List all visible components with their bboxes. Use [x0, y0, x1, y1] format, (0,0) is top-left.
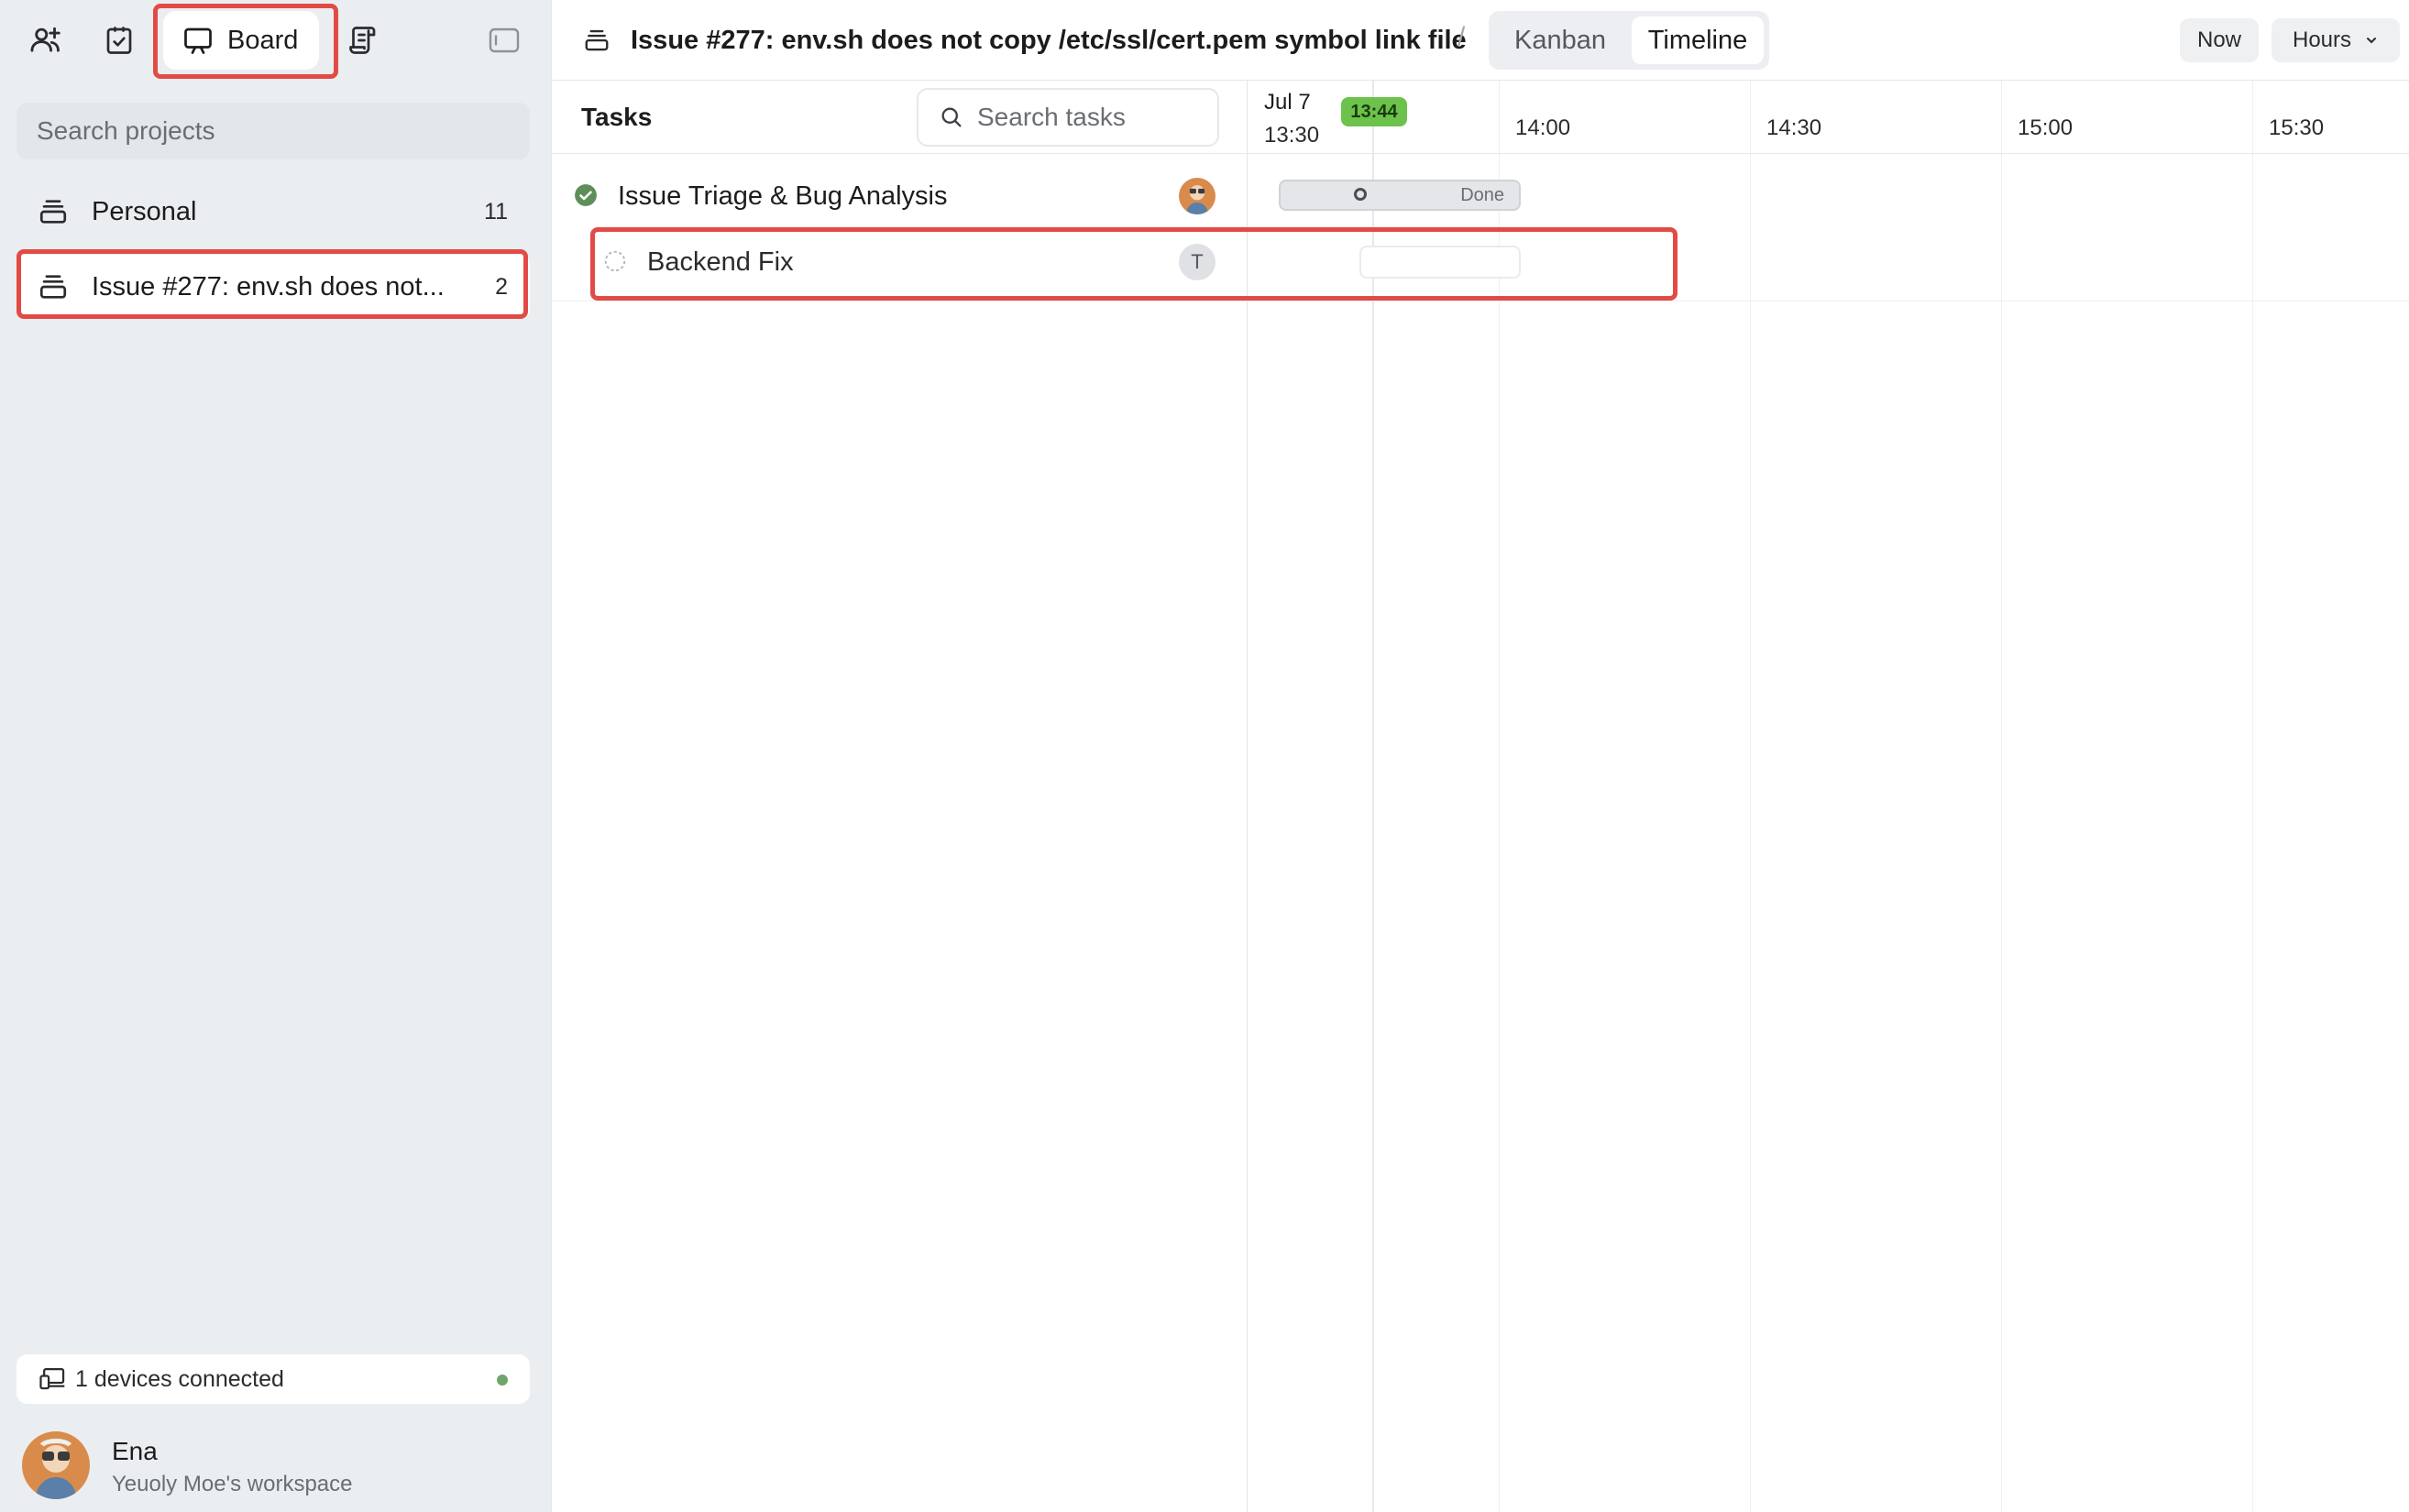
project-name: Personal: [92, 196, 197, 226]
chevron-down-icon: [2364, 33, 2379, 48]
sidebar: Board Personal 11 Issue #277: env.sh doe…: [0, 0, 552, 1512]
topbar: Issue #277: env.sh does not copy /etc/ss…: [552, 0, 2409, 81]
devices-status[interactable]: 1 devices connected: [16, 1354, 530, 1404]
user-name: Ena: [112, 1437, 158, 1465]
search-projects-input[interactable]: [16, 103, 530, 159]
assignee-initial[interactable]: T: [1179, 244, 1216, 280]
project-title: Issue #277: env.sh does not copy /etc/ss…: [583, 20, 1467, 60]
sidebar-toggle-icon[interactable]: [484, 20, 524, 60]
devices-status-dot: [497, 1375, 508, 1386]
now-time-badge: 13:44: [1341, 97, 1407, 126]
project-title-text: Issue #277: env.sh does not copy /etc/ss…: [631, 25, 1467, 55]
project-item-issue-277[interactable]: Issue #277: env.sh does not... 2: [16, 255, 530, 319]
sidebar-top-icons: Board: [0, 0, 552, 82]
stack-icon: [37, 270, 70, 303]
board-label: Board: [227, 25, 299, 55]
now-line: [1372, 81, 1374, 1512]
tick-label: 15:30: [2269, 115, 2325, 140]
tick-label: 13:30: [1264, 123, 1320, 148]
drag-handle[interactable]: [1354, 188, 1367, 201]
project-item-personal[interactable]: Personal 11: [16, 180, 530, 244]
task-row-issue-triage[interactable]: Issue Triage & Bug Analysis: [552, 163, 1247, 229]
checklist-icon[interactable]: [99, 20, 139, 60]
search-tasks-input[interactable]: [977, 103, 1197, 132]
devices-icon: [38, 1365, 70, 1393]
gridline: [1499, 81, 1500, 1512]
board-icon: [182, 24, 214, 57]
tab-kanban[interactable]: Kanban: [1494, 16, 1626, 64]
stack-icon: [583, 27, 610, 54]
gridline: [2001, 81, 2002, 1512]
main-area: Issue #277: env.sh does not copy /etc/ss…: [552, 0, 2409, 1512]
avatar: [22, 1431, 90, 1499]
project-name: Issue #277: env.sh does not...: [92, 271, 445, 301]
timeline: Jul 7 13:30 14:00 14:30 15:00 15:30 13:4…: [1247, 81, 2409, 1512]
devices-text: 1 devices connected: [75, 1365, 284, 1392]
task-name: Issue Triage & Bug Analysis: [618, 181, 948, 211]
board-button[interactable]: Board: [163, 11, 319, 70]
timeline-header: Jul 7 13:30 14:00 14:30 15:00 15:30 13:4…: [1248, 81, 2409, 154]
done-check-icon[interactable]: [574, 183, 598, 207]
tick-label: 14:00: [1515, 115, 1571, 140]
tick-label: 15:00: [2018, 115, 2074, 140]
timeline-date: Jul 7: [1264, 90, 1311, 115]
view-switcher: Kanban Timeline: [1489, 11, 1769, 70]
todo-circle-icon[interactable]: [603, 249, 627, 273]
title-separator: /: [1458, 22, 1466, 52]
user-profile[interactable]: Ena Yeuoly Moe's workspace: [22, 1430, 535, 1503]
zoom-select-label: Hours: [2292, 27, 2352, 52]
tab-timeline[interactable]: Timeline: [1632, 16, 1764, 64]
tasks-title: Tasks: [581, 103, 653, 131]
user-workspace: Yeuoly Moe's workspace: [112, 1472, 353, 1496]
bar-status-label: Done: [1460, 185, 1504, 205]
avatar[interactable]: [1179, 178, 1216, 214]
stack-icon: [37, 195, 70, 228]
task-bar-issue-triage[interactable]: Done: [1279, 180, 1521, 211]
gridline: [1750, 81, 1751, 1512]
project-count: 11: [484, 198, 508, 225]
search-tasks-box[interactable]: [917, 88, 1219, 147]
gridline: [2252, 81, 2253, 1512]
search-icon: [939, 104, 964, 130]
now-button[interactable]: Now: [2180, 18, 2259, 62]
zoom-select[interactable]: Hours: [2272, 18, 2400, 62]
task-row-backend-fix[interactable]: Backend Fix T: [552, 229, 1247, 295]
script-icon[interactable]: [343, 20, 383, 60]
project-count: 2: [495, 273, 508, 300]
add-user-icon[interactable]: [26, 20, 66, 60]
task-bar-backend-fix[interactable]: [1359, 246, 1521, 279]
tick-label: 14:30: [1766, 115, 1822, 140]
task-name: Backend Fix: [647, 247, 794, 277]
tasks-header: Tasks: [552, 81, 1247, 154]
